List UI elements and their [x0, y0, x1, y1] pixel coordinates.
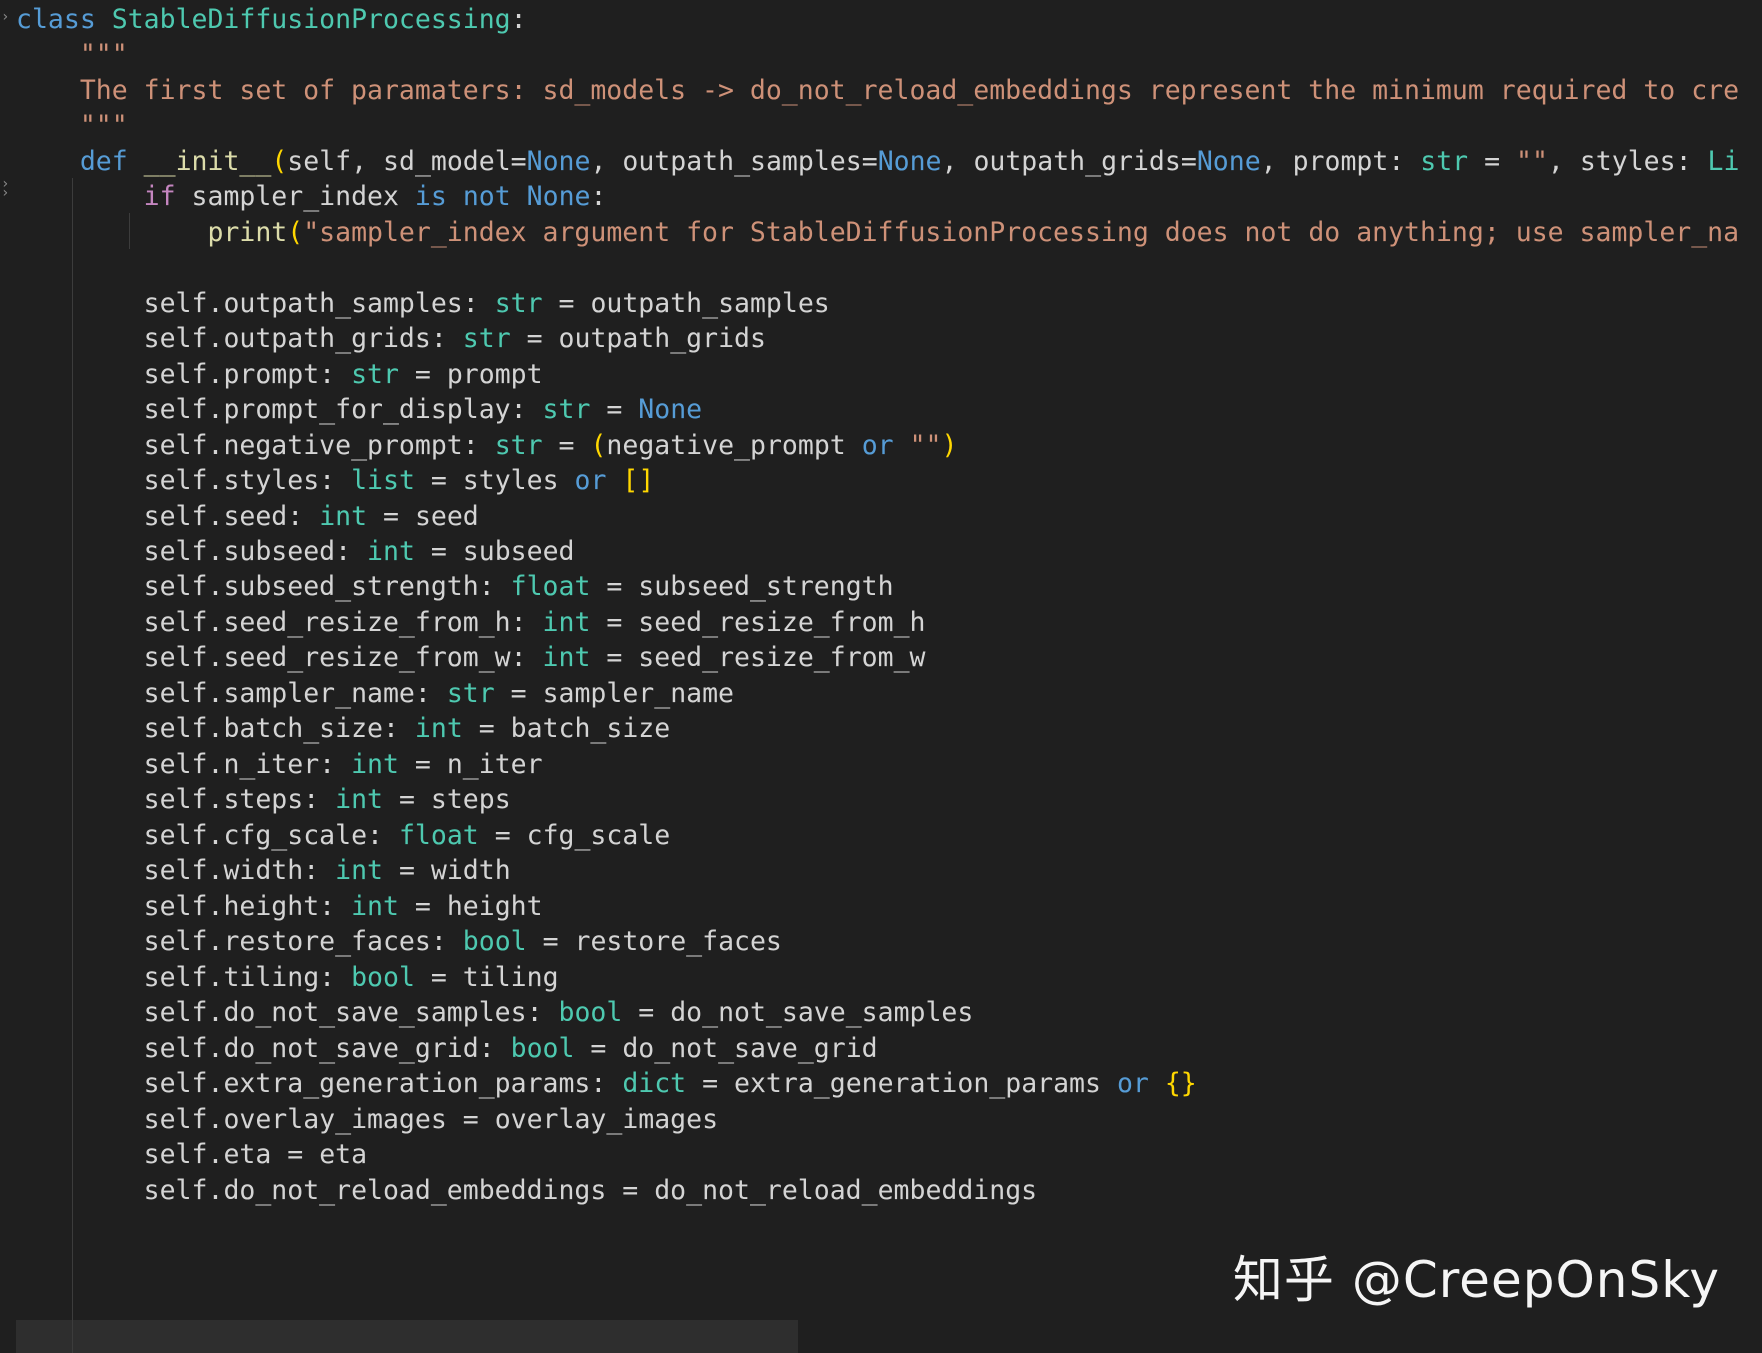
code-line[interactable]: self.outpath_samples: str = outpath_samp…	[16, 284, 1762, 324]
code-line[interactable]: if sampler_index is not None:	[16, 177, 1762, 217]
code-line[interactable]: self.steps: int = steps	[16, 780, 1762, 820]
watermark-text: 知乎 @CreepOnSky	[1232, 1251, 1720, 1309]
code-line[interactable]: """	[16, 35, 1762, 75]
code-line[interactable]: class StableDiffusionProcessing:	[16, 0, 1762, 40]
code-line[interactable]: self.subseed_strength: float = subseed_s…	[16, 567, 1762, 607]
code-line[interactable]: """	[16, 106, 1762, 146]
code-line[interactable]: self.negative_prompt: str = (negative_pr…	[16, 426, 1762, 466]
editor-gutter[interactable]	[0, 0, 16, 1353]
code-line[interactable]: print("sampler_index argument for Stable…	[16, 213, 1762, 253]
code-line[interactable]: self.seed_resize_from_w: int = seed_resi…	[16, 638, 1762, 678]
code-line[interactable]: self.do_not_save_samples: bool = do_not_…	[16, 993, 1762, 1033]
code-line[interactable]: The first set of paramaters: sd_models -…	[16, 71, 1762, 111]
code-line[interactable]	[16, 248, 1762, 288]
code-editor[interactable]: class StableDiffusionProcessing: """ The…	[0, 0, 1762, 1353]
code-line[interactable]: self.batch_size: int = batch_size	[16, 709, 1762, 749]
code-line[interactable]: self.subseed: int = subseed	[16, 532, 1762, 572]
code-line[interactable]: self.sampler_name: str = sampler_name	[16, 674, 1762, 714]
code-line[interactable]: self.overlay_images = overlay_images	[16, 1100, 1762, 1140]
code-line[interactable]: def __init__(self, sd_model=None, outpat…	[16, 142, 1762, 182]
code-line[interactable]: self.styles: list = styles or []	[16, 461, 1762, 501]
code-line[interactable]: self.n_iter: int = n_iter	[16, 745, 1762, 785]
code-line[interactable]: self.extra_generation_params: dict = ext…	[16, 1064, 1762, 1104]
code-line[interactable]: self.width: int = width	[16, 851, 1762, 891]
indent-guide	[129, 213, 130, 249]
fold-chevron-icon[interactable]: ›	[1, 186, 9, 200]
code-line[interactable]: self.do_not_save_grid: bool = do_not_sav…	[16, 1029, 1762, 1069]
code-line[interactable]: self.prompt_for_display: str = None	[16, 390, 1762, 430]
code-line[interactable]: self.cfg_scale: float = cfg_scale	[16, 816, 1762, 856]
indent-guide	[72, 178, 73, 1353]
code-line[interactable]: self.seed_resize_from_h: int = seed_resi…	[16, 603, 1762, 643]
code-line[interactable]: self.restore_faces: bool = restore_faces	[16, 922, 1762, 962]
code-line[interactable]: self.height: int = height	[16, 887, 1762, 927]
code-line[interactable]: self.prompt: str = prompt	[16, 355, 1762, 395]
current-line-highlight	[16, 1320, 798, 1353]
code-line[interactable]: self.seed: int = seed	[16, 497, 1762, 537]
code-line[interactable]: self.outpath_grids: str = outpath_grids	[16, 319, 1762, 359]
fold-chevron-icon[interactable]: ›	[1, 10, 9, 24]
code-line[interactable]: self.do_not_reload_embeddings = do_not_r…	[16, 1171, 1762, 1211]
code-line[interactable]: self.tiling: bool = tiling	[16, 958, 1762, 998]
code-line[interactable]: self.eta = eta	[16, 1135, 1762, 1175]
